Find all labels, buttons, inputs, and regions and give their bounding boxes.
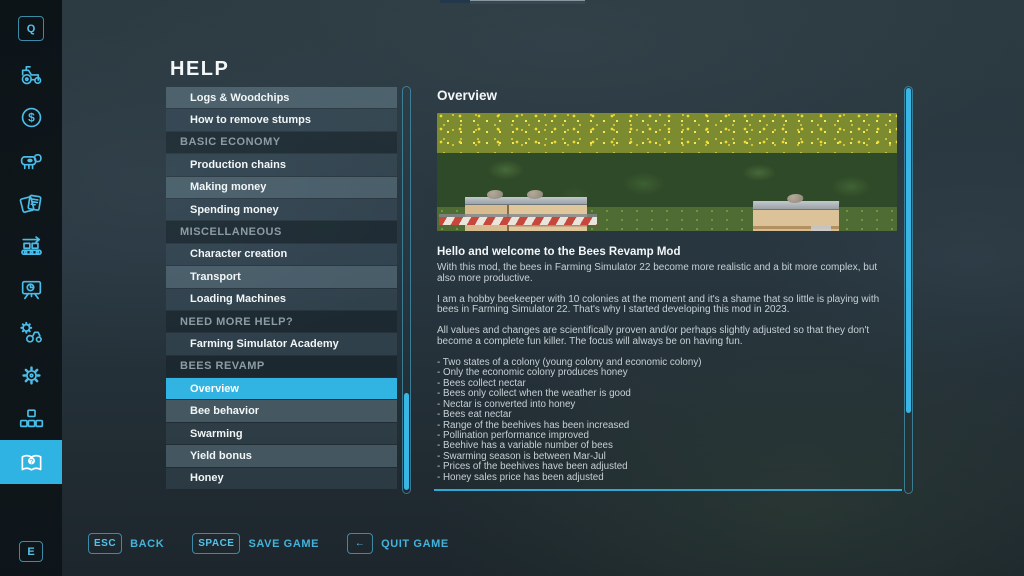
content-paragraph-3: All values and changes are scientificall… [437, 326, 893, 348]
help-menu-item-making-money[interactable]: Making money [166, 177, 397, 198]
help-menu-scrollbar[interactable] [402, 86, 411, 494]
photo-stone [787, 194, 803, 203]
help-screen: Q $ [0, 0, 1024, 576]
help-menu-item-overview[interactable]: Overview [166, 378, 397, 399]
photo-barrier-tape [439, 217, 597, 225]
feature-list-item: - Bees eat nectar [437, 410, 897, 420]
help-menu-item-yield-bonus[interactable]: Yield bonus [166, 445, 397, 466]
page-title: HELP [170, 58, 229, 81]
beehives-photo [437, 113, 897, 231]
sidebar-icons: $ ? [0, 53, 62, 484]
gear-icon [18, 362, 45, 389]
help-menu-item-how-to-remove-stumps[interactable]: How to remove stumps [166, 109, 397, 130]
feature-list-item: - Honey sales price has been adjusted [437, 473, 897, 483]
help-book-icon: ? [18, 449, 45, 476]
top-hud-sliver [440, 0, 470, 3]
help-menu-item-honey[interactable]: Honey [166, 468, 397, 489]
sidebar-item-multiplayer[interactable] [0, 397, 62, 440]
photo-beehive-right [753, 201, 839, 231]
help-menu-section-basic-economy: BASIC ECONOMY [166, 132, 397, 153]
help-menu-section-need-more-help: NEED MORE HELP? [166, 311, 397, 332]
sidebar-item-workshop[interactable] [0, 311, 62, 354]
photo-hive-body [753, 210, 839, 231]
sidebar-item-production[interactable] [0, 225, 62, 268]
content-title: Overview [437, 88, 897, 103]
photo-stone [487, 190, 503, 199]
help-menu-section-miscellaneous: MISCELLANEOUS [166, 221, 397, 242]
help-menu-item-loading-machines[interactable]: Loading Machines [166, 289, 397, 310]
back-button[interactable]: ESC BACK [88, 533, 164, 554]
photo-hive-label [811, 226, 831, 231]
key-hint-q: Q [18, 16, 44, 41]
content-paragraph-1: With this mod, the bees in Farming Simul… [437, 263, 893, 285]
help-menu-item-production-chains[interactable]: Production chains [166, 154, 397, 175]
cow-icon [18, 147, 45, 174]
help-content: Overview Hello and welcome to the Bees R… [437, 88, 897, 483]
top-hud-sliver-light [470, 0, 585, 4]
svg-text:$: $ [28, 111, 35, 125]
key-hint-q-label: Q [27, 23, 36, 35]
footer-button-label: QUIT GAME [381, 538, 449, 550]
sidebar-item-finances[interactable]: $ [0, 96, 62, 139]
key-hint-e-label: E [27, 546, 34, 558]
content-heading: Hello and welcome to the Bees Revamp Mod [437, 246, 897, 258]
tractor-gear-icon [18, 319, 45, 346]
content-bottom-edge [434, 489, 902, 491]
photo-stone [527, 190, 543, 199]
feature-list: - Two states of a colony (young colony a… [437, 358, 897, 483]
help-menu-item-character-creation[interactable]: Character creation [166, 244, 397, 265]
footer-button-label: BACK [130, 538, 164, 550]
content-scrollbar-thumb[interactable] [906, 88, 911, 413]
cards-icon [18, 190, 45, 217]
key-hint-esc: ESC [88, 533, 122, 554]
help-menu-item-spending-money[interactable]: Spending money [166, 199, 397, 220]
help-menu-scrollbar-thumb[interactable] [404, 393, 409, 490]
photo-hive-lid [753, 201, 839, 210]
conveyor-arrow-icon [18, 233, 45, 260]
sidebar-item-vehicles[interactable] [0, 53, 62, 96]
help-menu-item-swarming[interactable]: Swarming [166, 423, 397, 444]
key-hint-space: SPACE [192, 533, 240, 554]
help-menu-item-transport[interactable]: Transport [166, 266, 397, 287]
presentation-chart-icon [18, 276, 45, 303]
help-menu-item-farming-simulator-academy[interactable]: Farming Simulator Academy [166, 333, 397, 354]
photo-hive-lid [465, 197, 587, 205]
sidebar-item-settings[interactable] [0, 354, 62, 397]
tractor-icon [18, 61, 45, 88]
save-game-button[interactable]: SPACE SAVE GAME [192, 533, 319, 554]
network-icon [18, 405, 45, 432]
sidebar-item-animals[interactable] [0, 139, 62, 182]
key-hint-e: E [19, 541, 43, 562]
help-menu-section-bees-revamp: BEES REVAMP [166, 356, 397, 377]
key-hint-back-arrow: ← [347, 533, 373, 554]
help-menu: Logs & WoodchipsHow to remove stumpsBASI… [166, 87, 397, 489]
footer-bar: ESC BACK SPACE SAVE GAME ← QUIT GAME [88, 533, 449, 554]
main-menu-sidebar: Q $ [0, 0, 62, 576]
help-menu-item-logs-woodchips[interactable]: Logs & Woodchips [166, 87, 397, 108]
sidebar-item-statistics[interactable] [0, 268, 62, 311]
quit-game-button[interactable]: ← QUIT GAME [347, 533, 449, 554]
sidebar-item-help[interactable]: ? [0, 440, 62, 484]
help-menu-item-bee-behavior[interactable]: Bee behavior [166, 400, 397, 421]
svg-text:?: ? [29, 458, 33, 465]
sidebar-item-contracts[interactable] [0, 182, 62, 225]
coin-dollar-icon: $ [18, 104, 45, 131]
photo-rapeseed-field [437, 113, 897, 157]
content-scrollbar[interactable] [904, 86, 913, 494]
photo-beehive-left [465, 197, 587, 231]
content-paragraph-2: I am a hobby beekeeper with 10 colonies … [437, 295, 893, 317]
footer-button-label: SAVE GAME [248, 538, 319, 550]
